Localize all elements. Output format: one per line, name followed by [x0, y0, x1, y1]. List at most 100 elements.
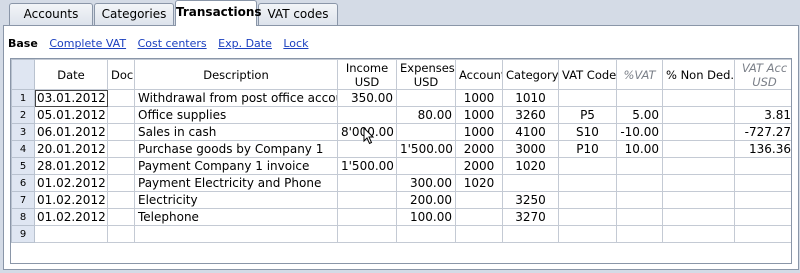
cell-pct-non-ded[interactable] [662, 174, 735, 192]
view-exp-date[interactable]: Exp. Date [218, 37, 272, 50]
cell-income[interactable] [337, 191, 397, 209]
column-header-description[interactable]: Description [134, 59, 338, 90]
cell-expenses[interactable] [396, 123, 456, 141]
cell-category[interactable]: 1010 [502, 89, 559, 107]
cell-doc[interactable] [107, 140, 135, 158]
cell-description[interactable]: Payment Company 1 invoice [134, 157, 338, 175]
column-header-account[interactable]: Account [455, 59, 503, 90]
table-row[interactable]: 2 05.01.2012 Office supplies 80.00 1000 3260 P… [11, 106, 791, 124]
view-cost-centers[interactable]: Cost centers [138, 37, 207, 50]
cell-date[interactable]: 06.01.2012 [34, 123, 108, 141]
cell-description[interactable]: Office supplies [134, 106, 338, 124]
cell-vat-code[interactable] [558, 174, 617, 192]
cell-pct-non-ded[interactable] [662, 89, 735, 107]
tab-vat-codes[interactable]: VAT codes [258, 3, 338, 25]
cell-description[interactable]: Withdrawal from post office account [134, 89, 338, 107]
cell-vat-acc[interactable]: 3.81 [734, 106, 791, 124]
cell-description[interactable]: Telephone [134, 208, 338, 226]
cell-date[interactable]: 05.01.2012 [34, 106, 108, 124]
cell-vat-code[interactable]: S10 [558, 123, 617, 141]
cell-date[interactable]: 28.01.2012 [34, 157, 108, 175]
cell-vat-acc[interactable] [734, 225, 791, 243]
cell-pct-non-ded[interactable] [662, 208, 735, 226]
cell-account[interactable]: 2000 [455, 157, 503, 175]
cell-vat-code[interactable] [558, 157, 617, 175]
cell-income[interactable] [337, 174, 397, 192]
cell-account[interactable]: 1000 [455, 123, 503, 141]
cell-expenses[interactable]: 300.00 [396, 174, 456, 192]
cell-vat-acc[interactable] [734, 191, 791, 209]
cell-pct-vat[interactable]: 5.00 [616, 106, 663, 124]
cell-pct-vat[interactable] [616, 174, 663, 192]
cell-description[interactable]: Payment Electricity and Phone [134, 174, 338, 192]
cell-category[interactable]: 1020 [502, 157, 559, 175]
cell-vat-acc[interactable] [734, 174, 791, 192]
column-header-expenses[interactable]: Expenses USD [396, 59, 456, 90]
cell-income[interactable] [337, 106, 397, 124]
table-row[interactable]: 9 [11, 225, 791, 243]
cell-income[interactable] [337, 208, 397, 226]
column-header-vat-acc[interactable]: VAT Acc USD [734, 59, 791, 90]
cell-vat-code[interactable] [558, 225, 617, 243]
cell-doc[interactable] [107, 106, 135, 124]
cell-description[interactable] [134, 225, 338, 243]
cell-pct-non-ded[interactable] [662, 225, 735, 243]
cell-pct-vat[interactable]: -10.00 [616, 123, 663, 141]
cell-description[interactable]: Electricity [134, 191, 338, 209]
cell-category[interactable] [502, 225, 559, 243]
cell-category[interactable]: 4100 [502, 123, 559, 141]
tab-transactions[interactable]: Transactions [175, 0, 262, 26]
table-row[interactable]: 6 01.02.2012 Payment Electricity and Phone… [11, 174, 791, 192]
cell-pct-vat[interactable] [616, 191, 663, 209]
cell-doc[interactable] [107, 123, 135, 141]
cell-pct-non-ded[interactable] [662, 191, 735, 209]
cell-expenses[interactable] [396, 225, 456, 243]
cell-account[interactable]: 1000 [455, 106, 503, 124]
cell-income[interactable] [337, 225, 397, 243]
cell-account[interactable]: 1020 [455, 174, 503, 192]
cell-pct-non-ded[interactable] [662, 157, 735, 175]
cell-account[interactable] [455, 208, 503, 226]
cell-description[interactable]: Sales in cash [134, 123, 338, 141]
cell-income[interactable]: 8'000.00 [337, 123, 397, 141]
cell-description[interactable]: Purchase goods by Company 1 [134, 140, 338, 158]
cell-expenses[interactable]: 200.00 [396, 191, 456, 209]
table-row[interactable]: 7 01.02.2012 Electricity 200.00 3250 [11, 191, 791, 209]
cell-doc[interactable] [107, 157, 135, 175]
cell-pct-vat[interactable] [616, 89, 663, 107]
cell-income[interactable] [337, 140, 397, 158]
table-row[interactable]: 8 01.02.2012 Telephone 100.00 3270 [11, 208, 791, 226]
cell-doc[interactable] [107, 174, 135, 192]
cell-doc[interactable] [107, 191, 135, 209]
view-lock[interactable]: Lock [283, 37, 308, 50]
cell-income[interactable]: 1'500.00 [337, 157, 397, 175]
cell-date[interactable]: 01.02.2012 [34, 191, 108, 209]
column-header-income[interactable]: Income USD [337, 59, 397, 90]
cell-doc[interactable] [107, 225, 135, 243]
table-row[interactable]: 3 06.01.2012 Sales in cash 8'000.00 1000 4100… [11, 123, 791, 141]
cell-date[interactable]: 03.01.2012 [34, 89, 108, 107]
tab-categories[interactable]: Categories [94, 3, 174, 25]
cell-vat-code[interactable]: P5 [558, 106, 617, 124]
view-base[interactable]: Base [8, 37, 38, 50]
cell-expenses[interactable]: 1'500.00 [396, 140, 456, 158]
cell-account[interactable] [455, 225, 503, 243]
cell-vat-code[interactable]: P10 [558, 140, 617, 158]
view-complete-vat[interactable]: Complete VAT [49, 37, 126, 50]
cell-vat-code[interactable] [558, 191, 617, 209]
cell-expenses[interactable] [396, 89, 456, 107]
cell-category[interactable] [502, 174, 559, 192]
cell-category[interactable]: 3000 [502, 140, 559, 158]
cell-pct-vat[interactable]: 10.00 [616, 140, 663, 158]
cell-date[interactable] [34, 225, 108, 243]
cell-expenses[interactable]: 100.00 [396, 208, 456, 226]
tab-accounts[interactable]: Accounts [9, 3, 93, 25]
cell-vat-acc[interactable]: 136.36 [734, 140, 791, 158]
table-row[interactable]: 1 03.01.2012 Withdrawal from post office a… [11, 89, 791, 107]
cell-account[interactable]: 2000 [455, 140, 503, 158]
column-header-pct-vat[interactable]: %VAT [616, 59, 663, 90]
cell-category[interactable]: 3250 [502, 191, 559, 209]
table-row[interactable]: 4 20.01.2012 Purchase goods by Company 1 1'… [11, 140, 791, 158]
cell-vat-code[interactable] [558, 208, 617, 226]
column-header-doc[interactable]: Doc [107, 59, 135, 90]
